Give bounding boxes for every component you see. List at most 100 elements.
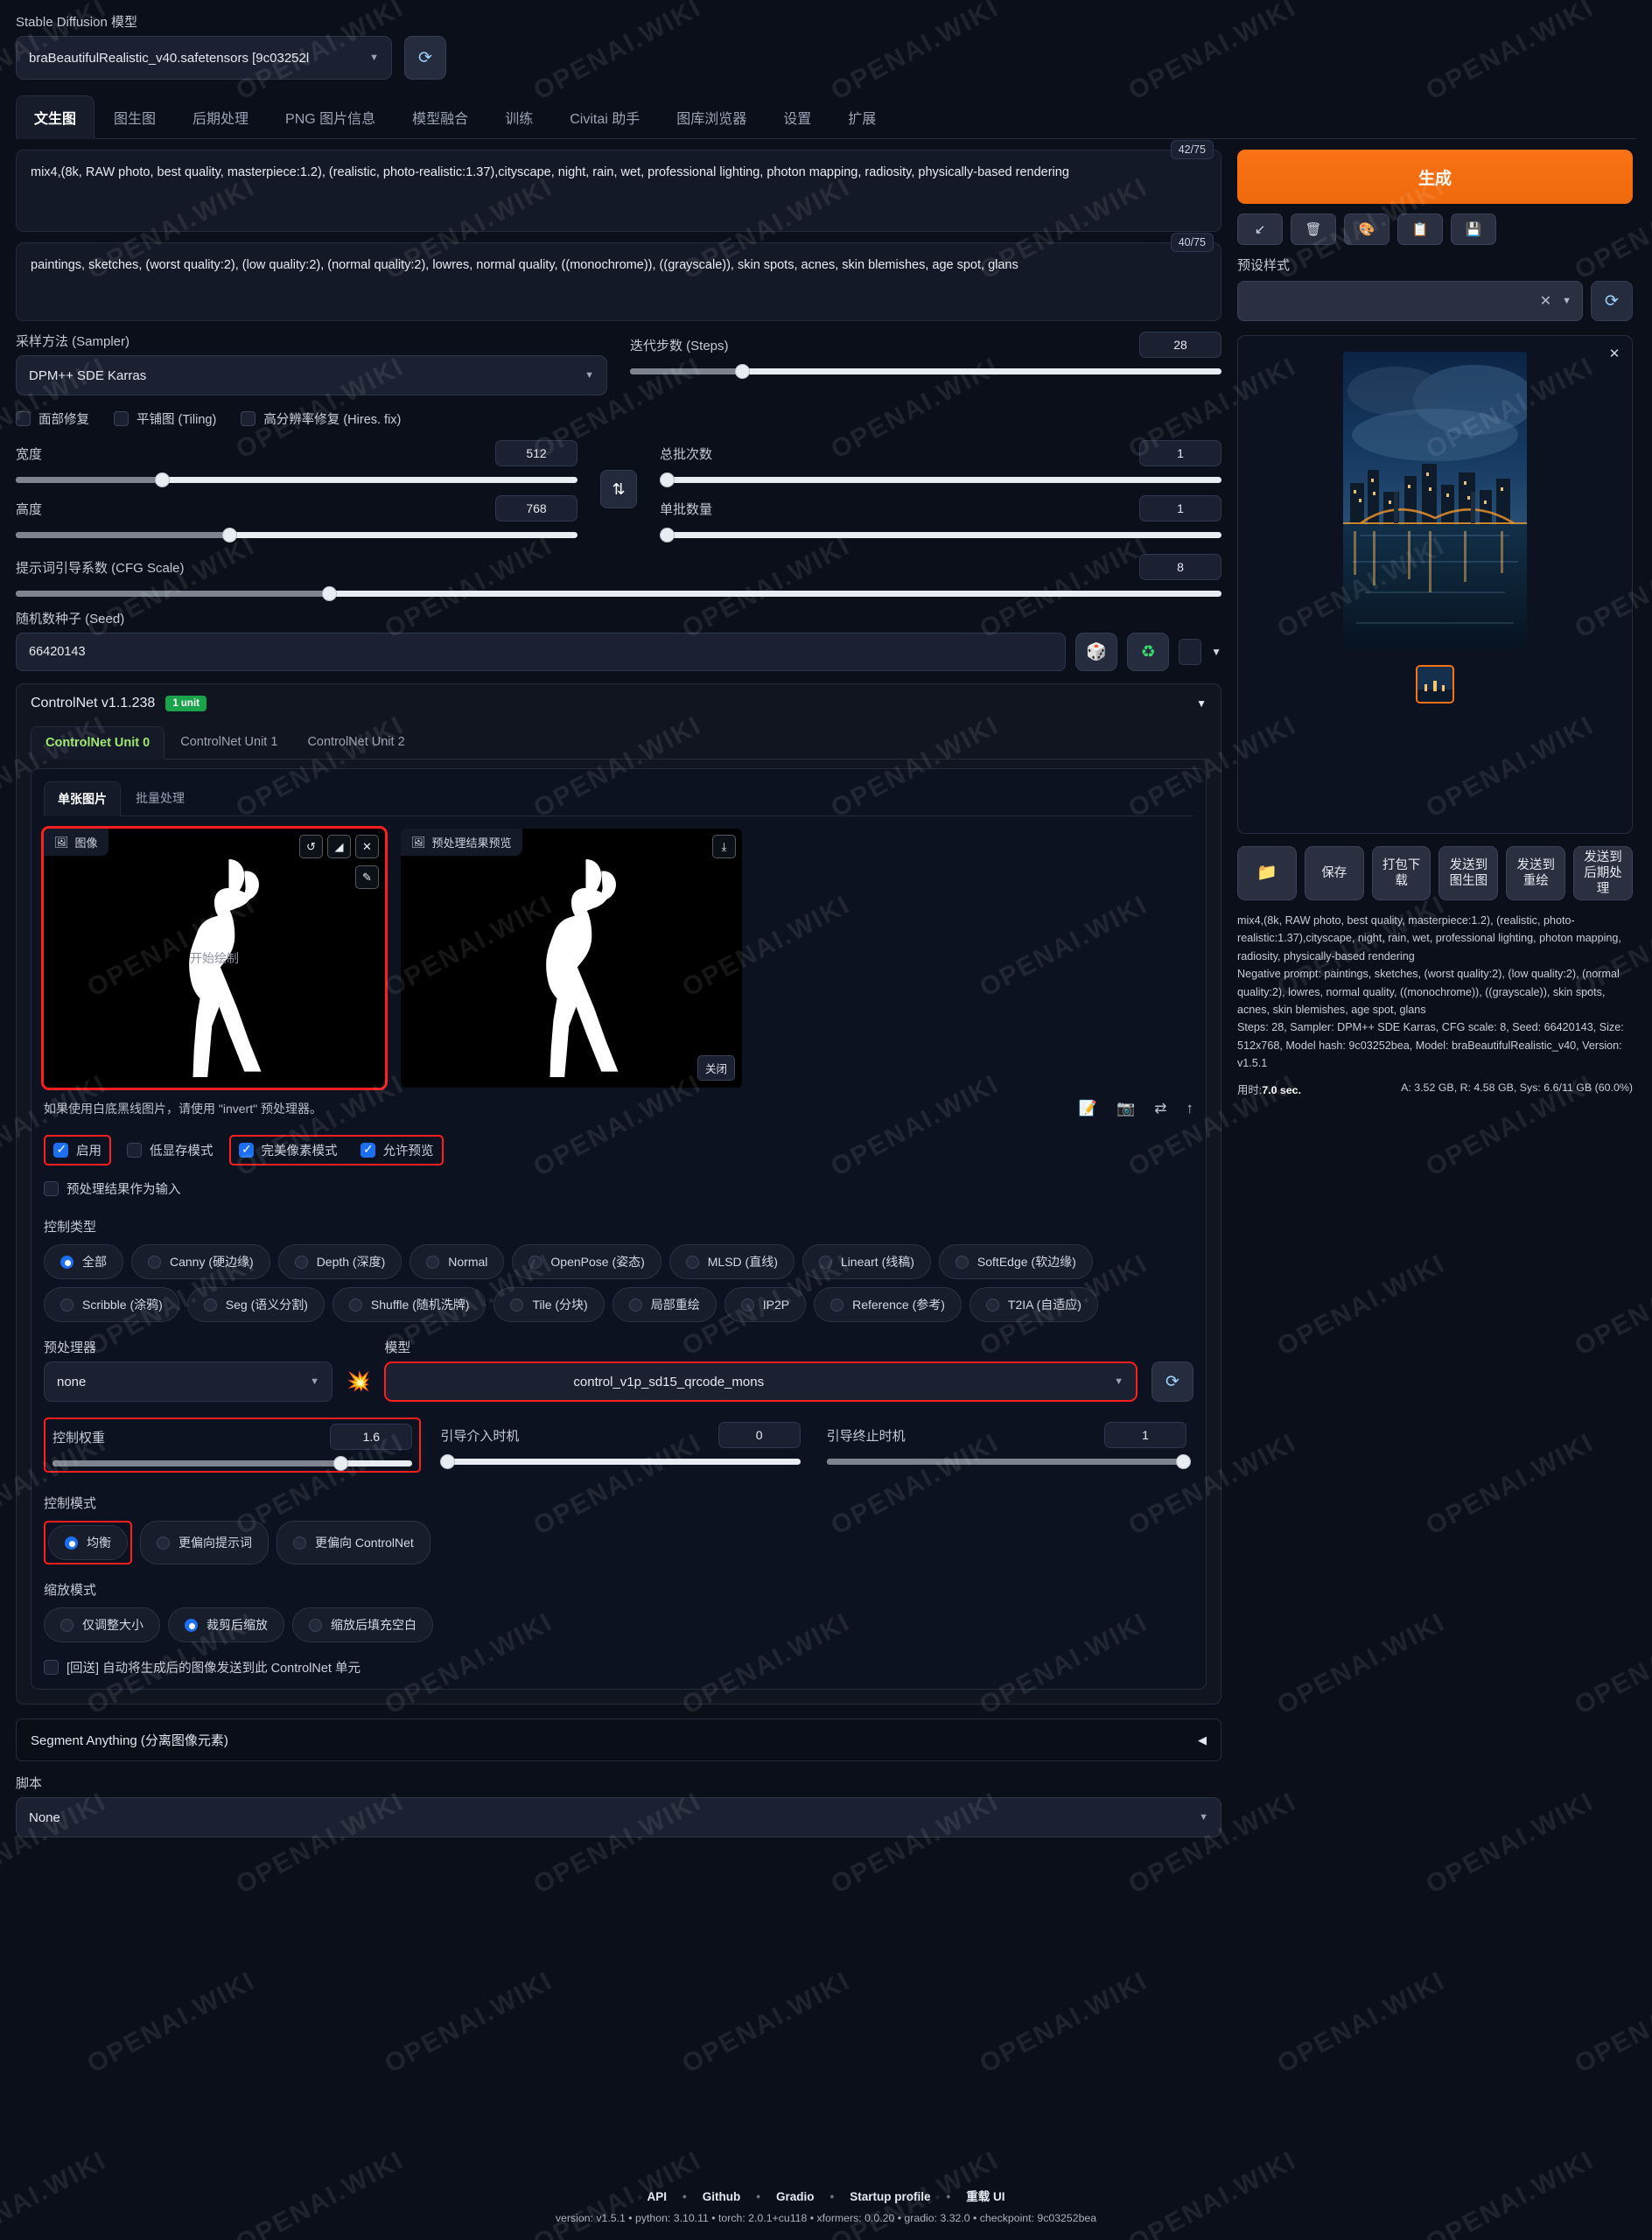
open-folder-button[interactable]: 📁 xyxy=(1237,846,1297,900)
close-icon[interactable]: ✕ xyxy=(1605,344,1624,363)
reuse-seed-button[interactable]: ♻ xyxy=(1127,633,1170,671)
tab-9[interactable]: 扩展 xyxy=(830,96,893,138)
control-weight-slider[interactable] xyxy=(52,1456,413,1471)
controlnet-input-image[interactable]: 🖼 图像 ↺ ◢ ✕ ✎ 开始绘制 xyxy=(41,826,388,1090)
footer-link-4[interactable]: 重载 UI xyxy=(966,2190,1004,2203)
control-type-option-5[interactable]: MLSD (直线) xyxy=(668,1244,794,1279)
width-slider[interactable] xyxy=(16,472,578,487)
feature-checkbox-1[interactable]: 平铺图 (Tiling) xyxy=(114,410,216,428)
random-seed-button[interactable]: 🎲 xyxy=(1075,633,1118,671)
controlnet-preview-image[interactable]: 🖼 预处理结果预览 ⤓ 关闭 xyxy=(401,829,742,1088)
edit-note-icon[interactable]: 📝 xyxy=(1079,1100,1097,1117)
result-action-button-4[interactable]: 发送到 重绘 xyxy=(1506,846,1566,900)
preprocessor-as-input-checkbox[interactable]: 预处理结果作为输入 xyxy=(44,1180,1194,1198)
controlnet-model-select[interactable]: control_v1p_sd15_qrcode_mons ▼ xyxy=(384,1362,1138,1402)
result-action-button-5[interactable]: 发送到 后期处理 xyxy=(1573,846,1633,900)
styles-select[interactable]: ✕ ▼ xyxy=(1237,281,1583,321)
width-input[interactable]: 512 xyxy=(495,440,578,466)
positive-prompt-box[interactable]: 42/75 mix4,(8k, RAW photo, best quality,… xyxy=(16,140,1222,232)
guidance-start-slider[interactable] xyxy=(440,1454,801,1469)
negative-prompt-box[interactable]: 40/75 paintings, sketches, (worst qualit… xyxy=(16,233,1222,321)
controlnet-unit-tab-0[interactable]: ControlNet Unit 0 xyxy=(31,726,165,760)
control-mode-option-2[interactable]: 更偏向 ControlNet xyxy=(276,1521,430,1564)
arrow-down-left-icon[interactable]: ↙ xyxy=(1237,214,1283,245)
tab-0[interactable]: 文生图 xyxy=(16,95,95,139)
controlnet-header[interactable]: ControlNet v1.1.238 1 unit ▼ xyxy=(17,684,1221,723)
seed-expand-icon[interactable]: ▼ xyxy=(1211,646,1222,658)
controlnet-unit-tab-2[interactable]: ControlNet Unit 2 xyxy=(293,726,418,759)
batch-count-slider[interactable] xyxy=(660,472,1222,487)
steps-slider[interactable] xyxy=(630,364,1222,379)
control-type-option-7[interactable]: SoftEdge (软边缘) xyxy=(938,1244,1093,1279)
controlnet-source-tab-0[interactable]: 单张图片 xyxy=(44,781,121,816)
generated-image[interactable] xyxy=(1343,352,1527,649)
trash-icon[interactable]: 🗑 xyxy=(1291,214,1336,245)
footer-link-0[interactable]: API xyxy=(648,2190,668,2203)
tab-8[interactable]: 设置 xyxy=(766,96,829,138)
download-icon[interactable]: ⤓ xyxy=(712,835,736,858)
control-type-option-15[interactable]: T2IA (自适应) xyxy=(969,1287,1098,1322)
close-icon[interactable]: ✕ xyxy=(355,835,379,858)
control-type-option-3[interactable]: Normal xyxy=(410,1244,505,1279)
feature-checkbox-0[interactable]: 面部修复 xyxy=(16,410,89,428)
eraser-icon[interactable]: ◢ xyxy=(327,835,351,858)
controlnet-unit-tab-1[interactable]: ControlNet Unit 1 xyxy=(166,726,291,759)
clipboard-icon[interactable]: 📋 xyxy=(1397,214,1443,245)
control-type-option-2[interactable]: Depth (深度) xyxy=(277,1244,402,1279)
brush-icon[interactable]: ✎ xyxy=(355,865,379,889)
cfg-slider[interactable] xyxy=(16,586,1222,601)
tab-7[interactable]: 图库浏览器 xyxy=(659,96,764,138)
swap-horizontal-icon[interactable]: ⇄ xyxy=(1154,1100,1166,1117)
positive-prompt-input[interactable]: mix4,(8k, RAW photo, best quality, maste… xyxy=(17,150,1221,231)
negative-prompt-input[interactable]: paintings, sketches, (worst quality:2), … xyxy=(17,243,1221,320)
footer-link-2[interactable]: Gradio xyxy=(776,2190,815,2203)
gallery-thumbnail[interactable] xyxy=(1416,665,1454,704)
control-type-option-6[interactable]: Lineart (线稿) xyxy=(802,1244,931,1279)
refresh-styles-button[interactable]: ⟳ xyxy=(1591,281,1633,321)
control-type-option-4[interactable]: OpenPose (姿态) xyxy=(512,1244,662,1279)
control-type-option-8[interactable]: Scribble (涂鸦) xyxy=(44,1287,179,1322)
feature-checkbox-2[interactable]: 高分辨率修复 (Hires. fix) xyxy=(241,410,401,428)
cfg-input[interactable]: 8 xyxy=(1139,554,1222,580)
preprocessor-select[interactable]: none ▼ xyxy=(44,1362,332,1402)
segment-anything-accordion[interactable]: Segment Anything (分离图像元素) ◀ xyxy=(16,1718,1222,1761)
footer-link-3[interactable]: Startup profile xyxy=(850,2190,930,2203)
tab-2[interactable]: 后期处理 xyxy=(175,96,266,138)
result-action-button-1[interactable]: 保存 xyxy=(1304,846,1364,900)
control-mode-option-0[interactable]: 均衡 xyxy=(48,1525,128,1560)
tab-1[interactable]: 图生图 xyxy=(96,96,173,138)
controlnet-source-tab-1[interactable]: 批量处理 xyxy=(122,781,198,816)
tab-6[interactable]: Civitai 助手 xyxy=(552,96,657,138)
tab-4[interactable]: 模型融合 xyxy=(395,96,486,138)
control-type-option-9[interactable]: Seg (语义分割) xyxy=(186,1287,325,1322)
undo-icon[interactable]: ↺ xyxy=(299,835,323,858)
batch-count-input[interactable]: 1 xyxy=(1139,440,1222,466)
guidance-start-input[interactable]: 0 xyxy=(718,1422,801,1448)
control-type-option-14[interactable]: Reference (参考) xyxy=(814,1287,962,1322)
refresh-controlnet-model-button[interactable]: ⟳ xyxy=(1152,1362,1194,1402)
control-weight-input[interactable]: 1.6 xyxy=(330,1424,413,1450)
resize-mode-option-2[interactable]: 缩放后填充空白 xyxy=(292,1607,433,1642)
preview-close-button[interactable]: 关闭 xyxy=(696,1055,735,1081)
controlnet-option-3[interactable]: 允许预览 xyxy=(360,1141,434,1159)
generate-button[interactable]: 生成 xyxy=(1237,150,1633,204)
batch-size-input[interactable]: 1 xyxy=(1139,495,1222,522)
seed-input[interactable]: 66420143 xyxy=(16,633,1067,671)
chevron-left-icon[interactable]: ◀ xyxy=(1198,1733,1207,1747)
tab-5[interactable]: 训练 xyxy=(487,96,550,138)
swap-dimensions-button[interactable]: ⇅ xyxy=(600,470,637,508)
refresh-model-button[interactable]: ⟳ xyxy=(404,36,446,80)
controlnet-option-0[interactable]: 启用 xyxy=(53,1141,102,1159)
palette-icon[interactable]: 🎨 xyxy=(1344,214,1390,245)
chevron-down-icon[interactable]: ▼ xyxy=(1196,697,1207,710)
script-select[interactable]: None ▼ xyxy=(16,1797,1222,1838)
control-type-option-12[interactable]: 局部重绘 xyxy=(612,1287,717,1322)
guidance-end-input[interactable]: 1 xyxy=(1103,1422,1186,1448)
seed-extra-box[interactable] xyxy=(1179,639,1202,665)
result-action-button-2[interactable]: 打包下载 xyxy=(1371,846,1432,900)
control-type-option-0[interactable]: 全部 xyxy=(44,1244,123,1279)
control-type-option-11[interactable]: Tile (分块) xyxy=(494,1287,605,1322)
footer-link-1[interactable]: Github xyxy=(703,2190,741,2203)
control-mode-option-1[interactable]: 更偏向提示词 xyxy=(140,1521,269,1564)
control-type-option-10[interactable]: Shuffle (随机洗牌) xyxy=(332,1287,486,1322)
